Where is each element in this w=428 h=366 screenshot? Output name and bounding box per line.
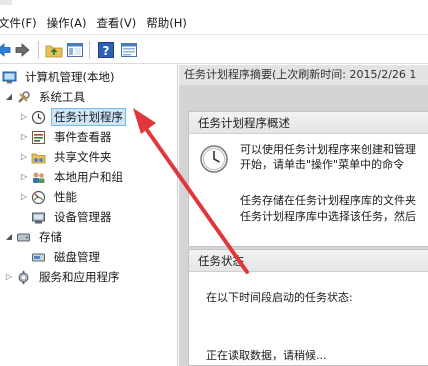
- expand-arrow-icon[interactable]: ▷: [19, 152, 29, 162]
- system-tools-icon: [18, 90, 30, 103]
- task-status-section-title[interactable]: 任务状态: [189, 250, 428, 272]
- tree-item-label: 系统工具: [39, 90, 85, 104]
- details-pane: 任务计划程序摘要(上次刷新时间: 2015/2/26 1 任务计划程序概述 可以…: [179, 65, 428, 366]
- computer-management-window: 文件(F) 操作(A) 查看(V) 帮助(H) ? 计算机管理(本地) ◢ 系统…: [0, 0, 428, 366]
- clock-icon: [31, 110, 46, 124]
- tree-item-label: 共享文件夹: [54, 150, 112, 164]
- tree-item-disk-management[interactable]: 磁盘管理: [31, 247, 103, 267]
- overview-title-text: 任务计划程序概述: [198, 116, 290, 130]
- toolbar-separator: [38, 41, 39, 59]
- task-scheduler-clock-icon: [200, 145, 228, 173]
- tree-item-label: 任务计划程序: [51, 108, 126, 126]
- help-icon[interactable]: ?: [97, 41, 115, 59]
- event-viewer-icon: [32, 130, 45, 144]
- tree-item-label: 服务和应用程序: [39, 270, 120, 284]
- forward-icon[interactable]: [14, 41, 32, 59]
- performance-icon: [31, 190, 46, 204]
- details-body: 任务计划程序概述 可以使用任务计划程序来创建和管理 开始，请单击"操作"菜单中的…: [179, 85, 428, 366]
- collapse-arrow-icon[interactable]: ◢: [4, 232, 14, 242]
- tree-item-task-scheduler[interactable]: ▷ 任务计划程序: [19, 107, 126, 127]
- up-folder-icon[interactable]: [45, 41, 63, 59]
- title-bar-remnant: [0, 0, 12, 5]
- tree-item-label: 磁盘管理: [54, 250, 100, 264]
- shared-folder-icon: [31, 153, 46, 163]
- title-bar: [0, 0, 428, 10]
- overview-line: 开始，请单击"操作"菜单中的命令: [240, 158, 405, 171]
- task-status-title-text: 任务状态: [198, 254, 244, 268]
- users-icon: [33, 172, 45, 183]
- tree-item-storage[interactable]: ◢ 存储: [4, 227, 65, 247]
- task-status-line: 在以下时间段启动的任务状态:: [206, 291, 353, 304]
- tree-item-services-apps[interactable]: ▷ 服务和应用程序: [4, 267, 123, 287]
- tree-item-shared-folders[interactable]: ▷ 共享文件夹: [19, 147, 115, 167]
- disk-management-icon: [32, 253, 45, 261]
- overview-line: 任务存储在任务计划程序库的文件夹: [240, 194, 416, 207]
- overview-section-title[interactable]: 任务计划程序概述: [189, 112, 428, 134]
- expand-arrow-icon[interactable]: ▷: [19, 192, 29, 202]
- menu-action[interactable]: 操作(A): [47, 15, 97, 31]
- device-manager-icon: [32, 212, 45, 223]
- tree-root[interactable]: 计算机管理(本地): [2, 67, 117, 87]
- menu-help[interactable]: 帮助(H): [146, 15, 197, 31]
- task-status-section: 任务状态 在以下时间段启动的任务状态: 正在读取数据，请稍候...: [188, 249, 428, 366]
- tree-item-label: 存储: [39, 230, 62, 244]
- toolbar-separator: [89, 41, 90, 59]
- overview-section: 任务计划程序概述 可以使用任务计划程序来创建和管理 开始，请单击"操作"菜单中的…: [188, 111, 428, 247]
- expand-arrow-icon[interactable]: ▷: [4, 272, 14, 282]
- svg-text:?: ?: [103, 44, 110, 58]
- show-hide-tree-icon[interactable]: [66, 41, 84, 59]
- summary-header: 任务计划程序摘要(上次刷新时间: 2015/2/26 1: [179, 65, 428, 85]
- tree-item-system-tools[interactable]: ◢ 系统工具: [4, 87, 88, 107]
- tree-item-label: 性能: [54, 190, 77, 204]
- tree-item-event-viewer[interactable]: ▷ 事件查看器: [19, 127, 115, 147]
- tree-item-label: 事件查看器: [54, 130, 112, 144]
- tree-item-performance[interactable]: ▷ 性能: [19, 187, 80, 207]
- tree-item-label: 设备管理器: [54, 210, 112, 224]
- expand-arrow-icon[interactable]: ▷: [19, 112, 29, 122]
- storage-icon: [17, 233, 30, 241]
- menu-bar: 文件(F) 操作(A) 查看(V) 帮助(H): [0, 12, 428, 34]
- menu-view[interactable]: 查看(V): [96, 15, 146, 31]
- computer-management-icon: [2, 71, 17, 83]
- tree-item-local-users[interactable]: ▷ 本地用户和组: [19, 167, 126, 187]
- tree-item-device-manager[interactable]: 设备管理器: [31, 207, 115, 227]
- toolbar: ?: [0, 34, 428, 64]
- back-icon[interactable]: [0, 41, 12, 59]
- tree-item-label: 本地用户和组: [54, 170, 123, 184]
- services-icon: [18, 270, 29, 284]
- overview-line: 可以使用任务计划程序来创建和管理: [240, 143, 416, 156]
- console-tree: 计算机管理(本地) ◢ 系统工具 ▷ 任务计划程序 ▷ 事件查看器 ▷ 共享文件…: [0, 65, 178, 366]
- overview-line: 任务计划程序库中选择该任务，然后: [240, 210, 416, 223]
- expand-arrow-icon[interactable]: ▷: [19, 132, 29, 142]
- properties-icon[interactable]: [120, 41, 138, 59]
- tree-root-label: 计算机管理(本地): [25, 70, 115, 84]
- task-status-loading-text: 正在读取数据，请稍候...: [206, 349, 327, 362]
- collapse-arrow-icon[interactable]: ◢: [4, 92, 14, 102]
- menu-file[interactable]: 文件(F): [0, 15, 47, 31]
- expand-arrow-icon[interactable]: ▷: [19, 172, 29, 182]
